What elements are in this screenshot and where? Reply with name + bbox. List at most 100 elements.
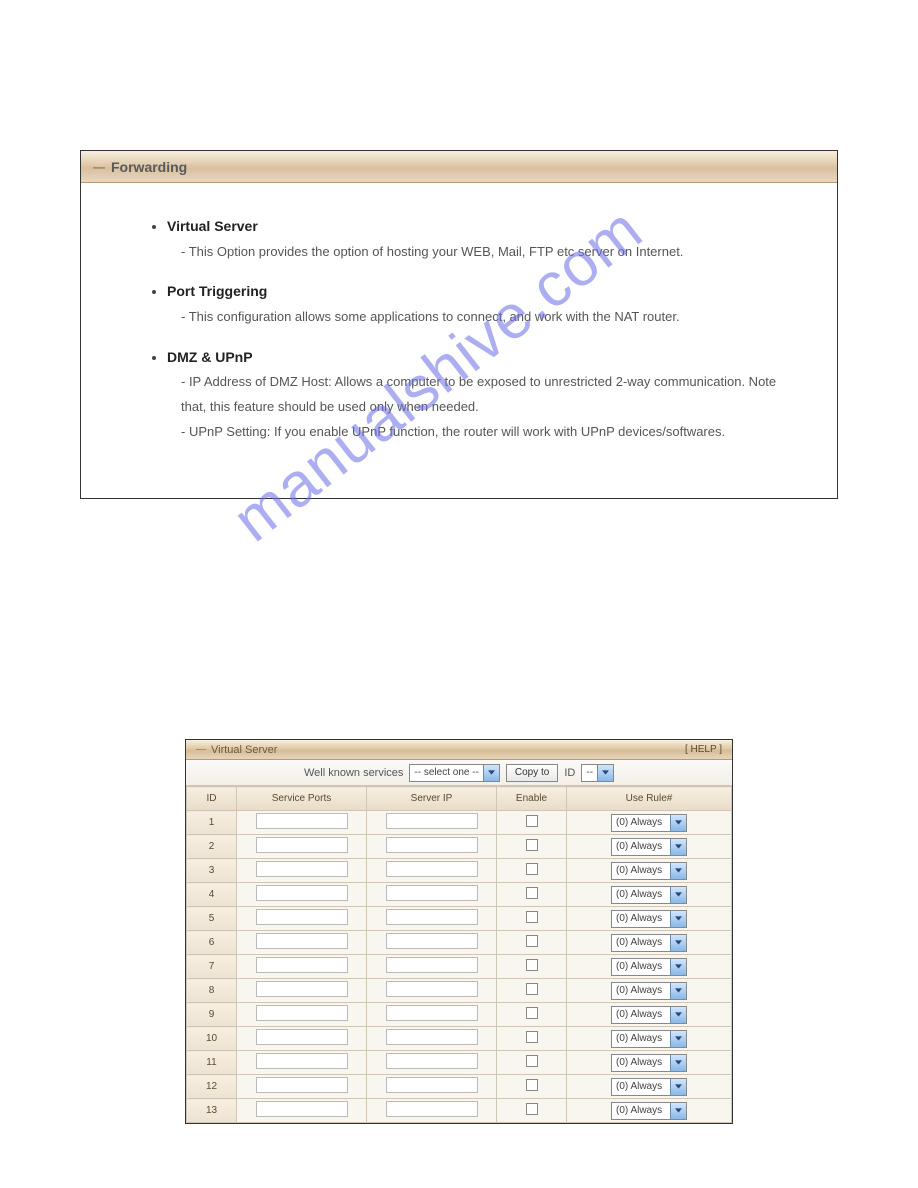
cell-service-ports bbox=[237, 1099, 367, 1123]
server-ip-input[interactable] bbox=[386, 837, 478, 853]
select-value: (0) Always bbox=[612, 865, 670, 876]
service-ports-input[interactable] bbox=[256, 813, 348, 829]
cell-enable bbox=[497, 859, 567, 883]
cell-use-rule: (0) Always bbox=[567, 1003, 732, 1027]
chevron-down-icon bbox=[670, 1103, 686, 1119]
server-ip-input[interactable] bbox=[386, 933, 478, 949]
chevron-down-icon bbox=[597, 765, 613, 781]
cell-server-ip bbox=[367, 955, 497, 979]
select-value: (0) Always bbox=[612, 1057, 670, 1068]
use-rule-select[interactable]: (0) Always bbox=[611, 1054, 687, 1072]
cell-use-rule: (0) Always bbox=[567, 883, 732, 907]
chevron-down-icon bbox=[670, 1079, 686, 1095]
use-rule-select[interactable]: (0) Always bbox=[611, 982, 687, 1000]
server-ip-input[interactable] bbox=[386, 885, 478, 901]
row-id: 11 bbox=[187, 1051, 237, 1075]
cell-enable bbox=[497, 907, 567, 931]
service-ports-input[interactable] bbox=[256, 1005, 348, 1021]
item-desc: - IP Address of DMZ Host: Allows a compu… bbox=[167, 370, 797, 419]
service-ports-input[interactable] bbox=[256, 1053, 348, 1069]
service-ports-input[interactable] bbox=[256, 861, 348, 877]
server-ip-input[interactable] bbox=[386, 1101, 478, 1117]
select-value: (0) Always bbox=[612, 1105, 670, 1116]
select-value: (0) Always bbox=[612, 817, 670, 828]
server-ip-input[interactable] bbox=[386, 909, 478, 925]
enable-checkbox[interactable] bbox=[526, 1079, 538, 1091]
use-rule-select[interactable]: (0) Always bbox=[611, 958, 687, 976]
collapse-icon[interactable]: — bbox=[196, 744, 206, 755]
table-row: 12(0) Always bbox=[187, 1075, 732, 1099]
use-rule-select[interactable]: (0) Always bbox=[611, 1006, 687, 1024]
id-select[interactable]: -- bbox=[581, 764, 614, 782]
enable-checkbox[interactable] bbox=[526, 983, 538, 995]
service-ports-input[interactable] bbox=[256, 1029, 348, 1045]
cell-service-ports bbox=[237, 1051, 367, 1075]
enable-checkbox[interactable] bbox=[526, 1007, 538, 1019]
select-value: (0) Always bbox=[612, 913, 670, 924]
service-ports-input[interactable] bbox=[256, 909, 348, 925]
table-row: 6(0) Always bbox=[187, 931, 732, 955]
cell-service-ports bbox=[237, 883, 367, 907]
server-ip-input[interactable] bbox=[386, 861, 478, 877]
chevron-down-icon bbox=[670, 959, 686, 975]
forwarding-panel-header[interactable]: — Forwarding bbox=[81, 151, 837, 183]
id-label: ID bbox=[564, 767, 575, 779]
enable-checkbox[interactable] bbox=[526, 1103, 538, 1115]
select-value: (0) Always bbox=[612, 961, 670, 972]
server-ip-input[interactable] bbox=[386, 1005, 478, 1021]
service-ports-input[interactable] bbox=[256, 957, 348, 973]
service-ports-input[interactable] bbox=[256, 933, 348, 949]
virtual-server-panel: — Virtual Server [ HELP ] Well known ser… bbox=[185, 739, 733, 1124]
enable-checkbox[interactable] bbox=[526, 839, 538, 851]
server-ip-input[interactable] bbox=[386, 813, 478, 829]
cell-enable bbox=[497, 979, 567, 1003]
enable-checkbox[interactable] bbox=[526, 887, 538, 899]
help-link[interactable]: [ HELP ] bbox=[685, 744, 722, 755]
cell-server-ip bbox=[367, 907, 497, 931]
service-ports-input[interactable] bbox=[256, 837, 348, 853]
server-ip-input[interactable] bbox=[386, 981, 478, 997]
service-ports-input[interactable] bbox=[256, 885, 348, 901]
use-rule-select[interactable]: (0) Always bbox=[611, 886, 687, 904]
use-rule-select[interactable]: (0) Always bbox=[611, 910, 687, 928]
use-rule-select[interactable]: (0) Always bbox=[611, 862, 687, 880]
enable-checkbox[interactable] bbox=[526, 815, 538, 827]
service-ports-input[interactable] bbox=[256, 1101, 348, 1117]
enable-checkbox[interactable] bbox=[526, 863, 538, 875]
server-ip-input[interactable] bbox=[386, 1077, 478, 1093]
enable-checkbox[interactable] bbox=[526, 1031, 538, 1043]
cell-service-ports bbox=[237, 979, 367, 1003]
copy-to-button[interactable]: Copy to bbox=[506, 764, 558, 782]
server-ip-input[interactable] bbox=[386, 1029, 478, 1045]
enable-checkbox[interactable] bbox=[526, 1055, 538, 1067]
row-id: 13 bbox=[187, 1099, 237, 1123]
use-rule-select[interactable]: (0) Always bbox=[611, 934, 687, 952]
collapse-icon[interactable]: — bbox=[93, 160, 105, 174]
well-known-services-select[interactable]: -- select one -- bbox=[409, 764, 499, 782]
server-ip-input[interactable] bbox=[386, 1053, 478, 1069]
use-rule-select[interactable]: (0) Always bbox=[611, 814, 687, 832]
server-ip-input[interactable] bbox=[386, 957, 478, 973]
enable-checkbox[interactable] bbox=[526, 935, 538, 947]
cell-server-ip bbox=[367, 1051, 497, 1075]
cell-enable bbox=[497, 931, 567, 955]
row-id: 8 bbox=[187, 979, 237, 1003]
forwarding-body: Virtual Server - This Option provides th… bbox=[81, 183, 837, 498]
use-rule-select[interactable]: (0) Always bbox=[611, 1102, 687, 1120]
cell-use-rule: (0) Always bbox=[567, 979, 732, 1003]
use-rule-select[interactable]: (0) Always bbox=[611, 1078, 687, 1096]
cell-use-rule: (0) Always bbox=[567, 955, 732, 979]
use-rule-select[interactable]: (0) Always bbox=[611, 1030, 687, 1048]
row-id: 7 bbox=[187, 955, 237, 979]
use-rule-select[interactable]: (0) Always bbox=[611, 838, 687, 856]
enable-checkbox[interactable] bbox=[526, 959, 538, 971]
chevron-down-icon bbox=[670, 815, 686, 831]
cell-server-ip bbox=[367, 859, 497, 883]
select-value: (0) Always bbox=[612, 889, 670, 900]
enable-checkbox[interactable] bbox=[526, 911, 538, 923]
chevron-down-icon bbox=[670, 1055, 686, 1071]
service-ports-input[interactable] bbox=[256, 981, 348, 997]
cell-enable bbox=[497, 835, 567, 859]
table-row: 2(0) Always bbox=[187, 835, 732, 859]
service-ports-input[interactable] bbox=[256, 1077, 348, 1093]
